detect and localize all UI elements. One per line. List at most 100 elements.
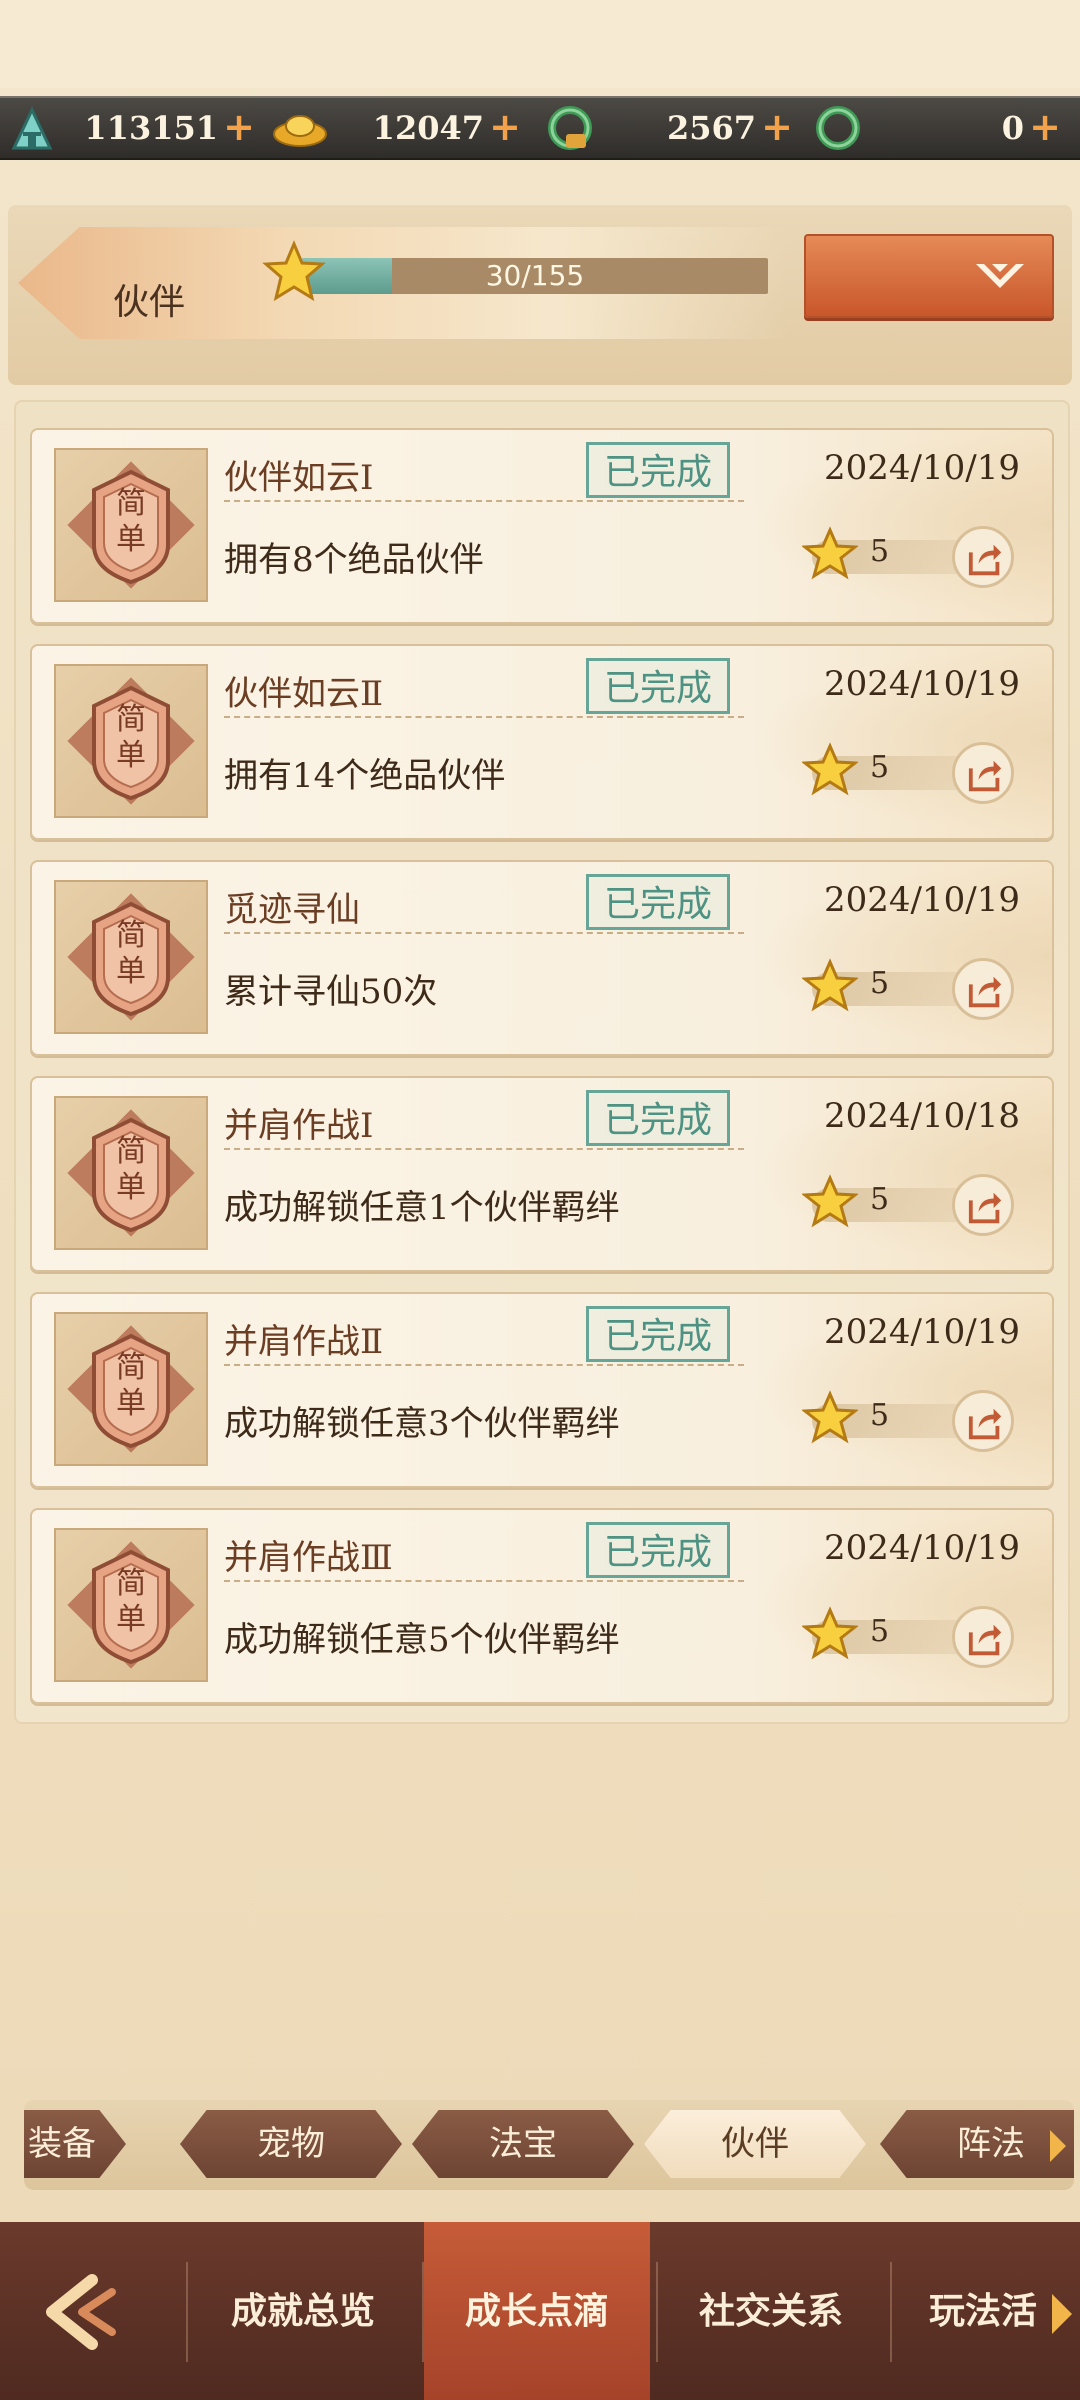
- achievement-description: 成功解锁任意5个伙伴羁绊: [224, 1620, 620, 1660]
- share-icon: [968, 1192, 1002, 1224]
- share-button[interactable]: [952, 742, 1014, 804]
- achievement-list[interactable]: 简单 伙伴如云Ⅰ 已完成 拥有8个绝品伙伴 2024/10/19 5 简单 伙伴…: [14, 400, 1070, 1724]
- chevron-down-icon: [976, 264, 1024, 288]
- add-currency-button[interactable]: +: [760, 108, 794, 146]
- currency-value: 12047: [372, 109, 484, 147]
- badge-label: 简单: [116, 1566, 146, 1637]
- share-button[interactable]: [952, 958, 1014, 1020]
- completed-stamp: 已完成: [586, 442, 730, 498]
- category-tab[interactable]: 伙伴: [644, 2110, 866, 2178]
- nav-divider: [656, 2262, 658, 2362]
- status-bar-area: [0, 0, 1080, 88]
- achievement-card: 简单 并肩作战Ⅲ 已完成 成功解锁任意5个伙伴羁绊 2024/10/19 5: [30, 1508, 1054, 1704]
- reward-points: 5: [870, 750, 890, 785]
- currency-bar: 113151 + 12047 + 2567 + 0 +: [0, 96, 1080, 160]
- category-tab[interactable]: 阵法: [880, 2110, 1074, 2178]
- nav-divider: [186, 2262, 188, 2362]
- difficulty-badge: 简单: [54, 880, 208, 1034]
- difficulty-badge: 简单: [54, 664, 208, 818]
- category-tab-strip: 阵法 伙伴 法宝 宠物 装备: [24, 2100, 1074, 2190]
- star-icon: [802, 1174, 858, 1228]
- category-title: 伙伴: [113, 282, 186, 323]
- completion-date: 2024/10/19: [824, 448, 1020, 488]
- nav-tab[interactable]: 成就总览: [190, 2222, 416, 2400]
- achievement-name: 并肩作战Ⅱ: [224, 1322, 384, 1362]
- completion-date: 2024/10/19: [824, 1528, 1020, 1568]
- share-icon: [968, 976, 1002, 1008]
- achievement-card: 简单 伙伴如云Ⅱ 已完成 拥有14个绝品伙伴 2024/10/19 5: [30, 644, 1054, 840]
- badge-label: 简单: [116, 1134, 146, 1205]
- nav-divider: [422, 2262, 424, 2362]
- share-icon: [968, 1408, 1002, 1440]
- nav-tab[interactable]: 社交关系: [658, 2222, 884, 2400]
- nav-divider: [890, 2262, 892, 2362]
- share-button[interactable]: [952, 1174, 1014, 1236]
- badge-label: 简单: [116, 1350, 146, 1421]
- badge-label: 简单: [116, 486, 146, 557]
- add-currency-button[interactable]: +: [222, 108, 256, 146]
- nav-tab[interactable]: 玩法活: [892, 2222, 1074, 2400]
- star-icon: [802, 1390, 858, 1444]
- currency-value: 113151: [84, 109, 218, 147]
- jade-ring-icon: [816, 106, 860, 150]
- completed-stamp: 已完成: [586, 1306, 730, 1362]
- achievement-name: 伙伴如云Ⅱ: [224, 674, 384, 714]
- back-arrow-icon[interactable]: [32, 2270, 124, 2354]
- currency-bound-jade: 2567 +: [546, 98, 802, 158]
- category-tab[interactable]: 宠物: [180, 2110, 402, 2178]
- chevron-right-icon[interactable]: [1046, 2128, 1070, 2164]
- currency-jade-ring: 0 +: [814, 98, 1070, 158]
- achievement-name: 并肩作战Ⅲ: [224, 1538, 393, 1578]
- reward-points: 5: [870, 966, 890, 1001]
- achievement-description: 成功解锁任意3个伙伴羁绊: [224, 1404, 620, 1444]
- star-icon: [802, 1606, 858, 1660]
- bound-jade-ring-icon: [548, 106, 592, 150]
- star-icon: [802, 526, 858, 580]
- reward-points: 5: [870, 1398, 890, 1433]
- achievement-progress-bar: 30/155: [302, 258, 768, 294]
- star-icon: [262, 240, 326, 302]
- reward-points: 5: [870, 1614, 890, 1649]
- achievement-description: 拥有8个绝品伙伴: [224, 540, 484, 580]
- star-icon: [802, 958, 858, 1012]
- achievement-description: 累计寻仙50次: [224, 972, 438, 1012]
- achievement-description: 成功解锁任意1个伙伴羁绊: [224, 1188, 620, 1228]
- share-icon: [968, 544, 1002, 576]
- currency-jade-token: 113151 +: [8, 98, 264, 158]
- category-tab[interactable]: 装备: [24, 2110, 126, 2178]
- share-icon: [968, 1624, 1002, 1656]
- currency-value: 2567: [666, 109, 756, 147]
- badge-label: 简单: [116, 702, 146, 773]
- share-button[interactable]: [952, 1390, 1014, 1452]
- filter-dropdown-button[interactable]: [804, 234, 1054, 318]
- add-currency-button[interactable]: +: [1028, 108, 1062, 146]
- completed-stamp: 已完成: [586, 1090, 730, 1146]
- gold-ingot-icon: [273, 115, 327, 147]
- nav-tab[interactable]: 成长点滴: [424, 2222, 650, 2400]
- add-currency-button[interactable]: +: [488, 108, 522, 146]
- currency-gold-ingot: 12047 +: [272, 98, 530, 158]
- badge-label: 简单: [116, 918, 146, 989]
- completed-stamp: 已完成: [586, 1522, 730, 1578]
- share-button[interactable]: [952, 526, 1014, 588]
- achievement-card: 简单 伙伴如云Ⅰ 已完成 拥有8个绝品伙伴 2024/10/19 5: [30, 428, 1054, 624]
- achievement-name: 觅迹寻仙: [224, 890, 360, 930]
- progress-text: 30/155: [485, 259, 585, 292]
- jade-token-icon: [11, 106, 53, 150]
- completed-stamp: 已完成: [586, 658, 730, 714]
- difficulty-badge: 简单: [54, 1096, 208, 1250]
- category-tab[interactable]: 法宝: [412, 2110, 634, 2178]
- completion-date: 2024/10/19: [824, 664, 1020, 704]
- difficulty-badge: 简单: [54, 1312, 208, 1466]
- completion-date: 2024/10/19: [824, 1312, 1020, 1352]
- star-icon: [802, 742, 858, 796]
- achievement-card: 简单 觅迹寻仙 已完成 累计寻仙50次 2024/10/19 5: [30, 860, 1054, 1056]
- difficulty-badge: 简单: [54, 1528, 208, 1682]
- completion-date: 2024/10/19: [824, 880, 1020, 920]
- reward-points: 5: [870, 1182, 890, 1217]
- share-button[interactable]: [952, 1606, 1014, 1668]
- completed-stamp: 已完成: [586, 874, 730, 930]
- share-icon: [968, 760, 1002, 792]
- completion-date: 2024/10/18: [824, 1096, 1020, 1136]
- difficulty-badge: 简单: [54, 448, 208, 602]
